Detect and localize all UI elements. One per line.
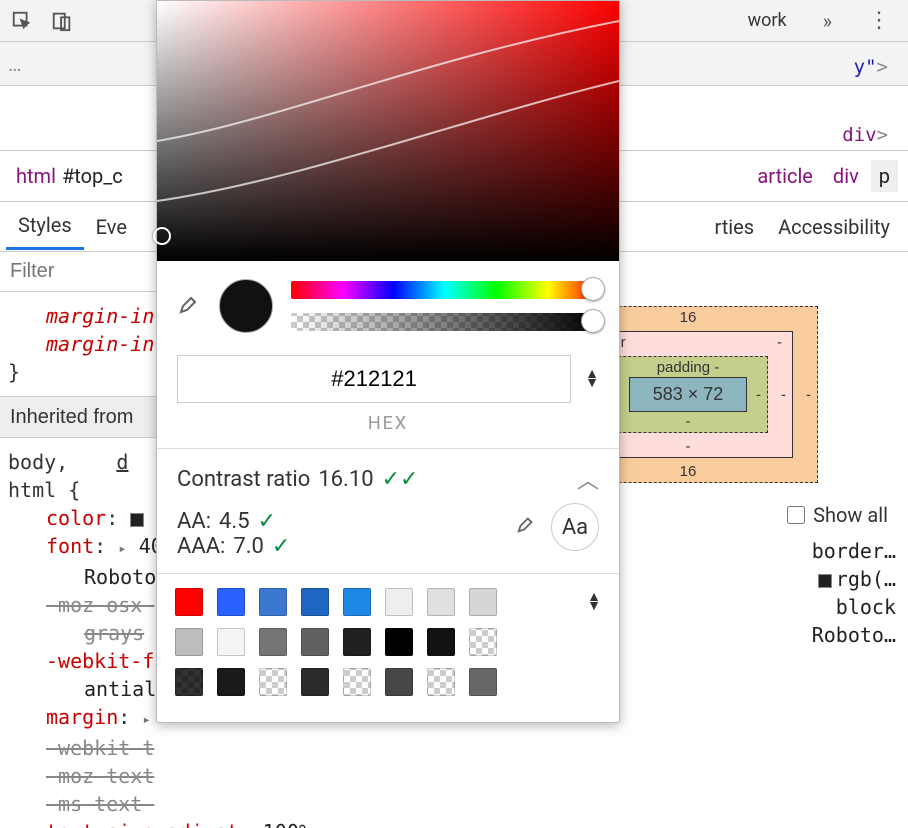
palette-swatch[interactable] [469,588,497,616]
palette-swatch[interactable] [427,628,455,656]
prop-text-size-adjust[interactable]: text-size-adjust [46,820,239,828]
check-icon: ✓ [258,509,276,534]
palette-swatch[interactable] [343,588,371,616]
tab-accessibility[interactable]: Accessibility [766,205,902,249]
chevron-up-icon[interactable]: ︿ [577,463,599,495]
expand-icon[interactable]: ▸ [118,541,126,557]
palette-swatch[interactable] [469,668,497,696]
palette-swatch[interactable] [385,628,413,656]
expand-icon-2[interactable]: ▸ [142,712,150,728]
palette-swatch[interactable] [217,668,245,696]
val-grayscale[interactable]: grays [84,621,144,645]
palette-swatch[interactable] [175,668,203,696]
aaa-value: 7.0 [233,534,264,559]
palette-swatch[interactable] [385,588,413,616]
val-antialiased[interactable]: antial [84,677,156,701]
palette-swatch[interactable] [175,588,203,616]
bg-eyedropper-icon[interactable] [515,513,537,541]
hex-input[interactable] [177,355,571,403]
tab-event-listeners[interactable]: Eve [84,205,139,249]
color-swatch-icon[interactable] [130,513,144,527]
palette-switcher-icon[interactable]: ▲▼ [587,593,601,611]
text-sample-button[interactable]: Aa [551,503,599,551]
palette-swatch[interactable] [259,588,287,616]
dom-fragment-div: div> [842,124,888,146]
ellipsis-text: … [8,52,21,76]
palette-row-2 [175,628,601,656]
palette-swatch[interactable] [301,628,329,656]
prop-color[interactable]: color [46,506,106,530]
prop-font[interactable]: font [46,534,94,558]
palette-swatch[interactable] [259,668,287,696]
dom-fragment-body: y"> [854,56,888,78]
prop-webkit-text[interactable]: -webkit-t [46,736,154,760]
palette-swatch-transparent[interactable] [469,628,497,656]
inspect-element-icon[interactable] [8,7,36,35]
palette-swatch[interactable] [385,668,413,696]
show-all-checkbox[interactable] [787,506,805,524]
color-palette: ▲▼ [157,574,619,722]
prop-moz-osx[interactable]: -moz-osx- [46,593,154,617]
contrast-ratio-row[interactable]: Contrast ratio 16.10 ✓✓ ︿ [157,449,619,509]
crumb-topid[interactable]: #top_c [62,164,123,188]
current-color-swatch [219,279,273,333]
double-check-icon: ✓✓ [382,467,419,492]
saturation-value-area[interactable] [157,1,619,261]
prop-margin[interactable]: margin [46,705,118,729]
contrast-value: 16.10 [318,467,373,492]
overflow-icon[interactable]: » [809,9,846,33]
val-roboto[interactable]: Roboto [84,565,156,589]
tab-styles[interactable]: Styles [6,203,84,250]
sv-cursor[interactable] [153,227,171,245]
check-icon-2: ✓ [272,534,290,559]
palette-swatch[interactable] [301,588,329,616]
device-toggle-icon[interactable] [48,7,76,35]
network-tab-partial[interactable]: work [748,10,797,31]
palette-row-1: ▲▼ [175,588,601,616]
alpha-thumb[interactable] [581,309,605,333]
prop-webkit-font[interactable]: -webkit-f [46,649,154,673]
padding-label: padding - [657,359,720,376]
tab-properties[interactable]: rties [702,205,766,249]
crumb-p-selected[interactable]: p [871,160,898,192]
content-size: 583 × 72 [629,377,747,412]
prop-margin-inline-2[interactable]: margin-in [46,332,154,356]
hue-slider[interactable] [291,281,599,299]
palette-swatch[interactable] [427,588,455,616]
palette-swatch[interactable] [217,628,245,656]
eyedropper-icon[interactable] [177,292,201,320]
palette-swatch[interactable] [259,628,287,656]
prop-ms-text[interactable]: -ms-text- [46,792,154,816]
palette-swatch[interactable] [343,668,371,696]
palette-swatch[interactable] [217,588,245,616]
margin-top-value: 16 [680,309,697,326]
computed-swatch-icon[interactable] [818,574,832,588]
alpha-slider[interactable] [291,313,599,331]
hue-thumb[interactable] [581,277,605,301]
palette-swatch[interactable] [301,668,329,696]
palette-swatch[interactable] [343,628,371,656]
crumb-html[interactable]: html [10,164,62,188]
crumb-article[interactable]: article [749,160,821,192]
palette-row-3 [175,668,601,696]
color-picker-popup: ▲▼ HEX Contrast ratio 16.10 ✓✓ ︿ AA: 4.5… [156,0,620,723]
show-all-label: Show all [813,503,888,527]
palette-swatch[interactable] [175,628,203,656]
margin-bottom-value: 16 [680,463,697,480]
format-switcher-icon[interactable]: ▲▼ [585,370,599,388]
kebab-menu-icon[interactable]: ⋮ [858,8,900,33]
crumb-div[interactable]: div [825,160,867,192]
palette-swatch[interactable] [427,668,455,696]
aa-value: 4.5 [219,509,250,534]
prop-margin-inline-1[interactable]: margin-in [46,304,154,328]
hex-label: HEX [157,413,619,448]
prop-moz-text[interactable]: -moz-text [46,764,154,788]
